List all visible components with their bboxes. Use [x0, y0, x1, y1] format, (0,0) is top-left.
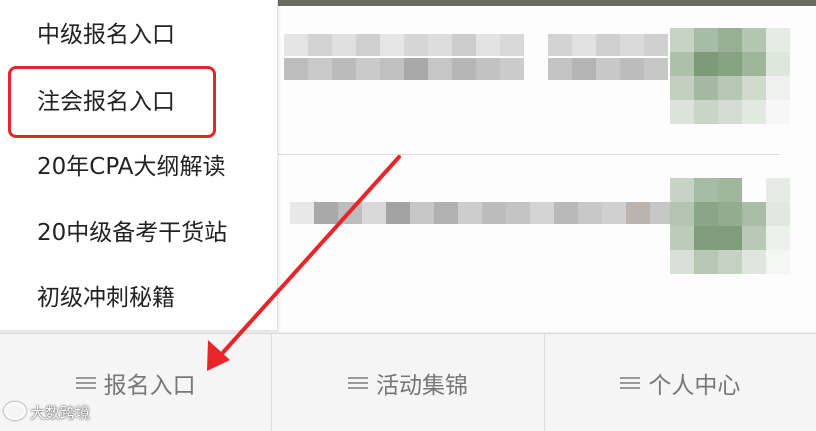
nav-activities[interactable]: 活动集锦: [272, 334, 545, 431]
nav-activities-label: 活动集锦: [375, 372, 468, 399]
watermark-text: 大数跨境: [30, 404, 91, 422]
watermark: 大数跨境: [4, 402, 90, 423]
nav-registration-label: 报名入口: [103, 372, 196, 399]
blurred-title: [284, 34, 668, 56]
watermark-logo-icon: [4, 402, 26, 420]
thumbnail-image: [670, 28, 790, 124]
hamburger-icon: [347, 374, 368, 392]
divider: [278, 154, 780, 155]
bottom-nav: 报名入口 活动集锦 个人中心: [0, 333, 816, 431]
menu-item-junior-sprint[interactable]: 初级冲刺秘籍: [37, 283, 175, 313]
hamburger-icon: [620, 374, 641, 392]
menu-item-intermediate-registration[interactable]: 中级报名入口: [37, 20, 175, 50]
blurred-subtitle: [284, 58, 668, 80]
hamburger-icon: [75, 374, 96, 392]
dropdown-menu: 中级报名入口 注会报名入口 20年CPA大纲解读 20中级备考干货站 初级冲刺秘…: [0, 0, 278, 331]
menu-item-intermediate-prep[interactable]: 20中级备考干货站: [37, 218, 227, 248]
article-list: [278, 6, 816, 332]
blurred-title: [290, 202, 674, 224]
nav-profile[interactable]: 个人中心: [545, 334, 816, 431]
nav-profile-label: 个人中心: [648, 372, 741, 399]
thumbnail-image: [670, 178, 790, 274]
highlight-box: [8, 66, 216, 138]
menu-item-cpa-syllabus[interactable]: 20年CPA大纲解读: [37, 152, 225, 182]
